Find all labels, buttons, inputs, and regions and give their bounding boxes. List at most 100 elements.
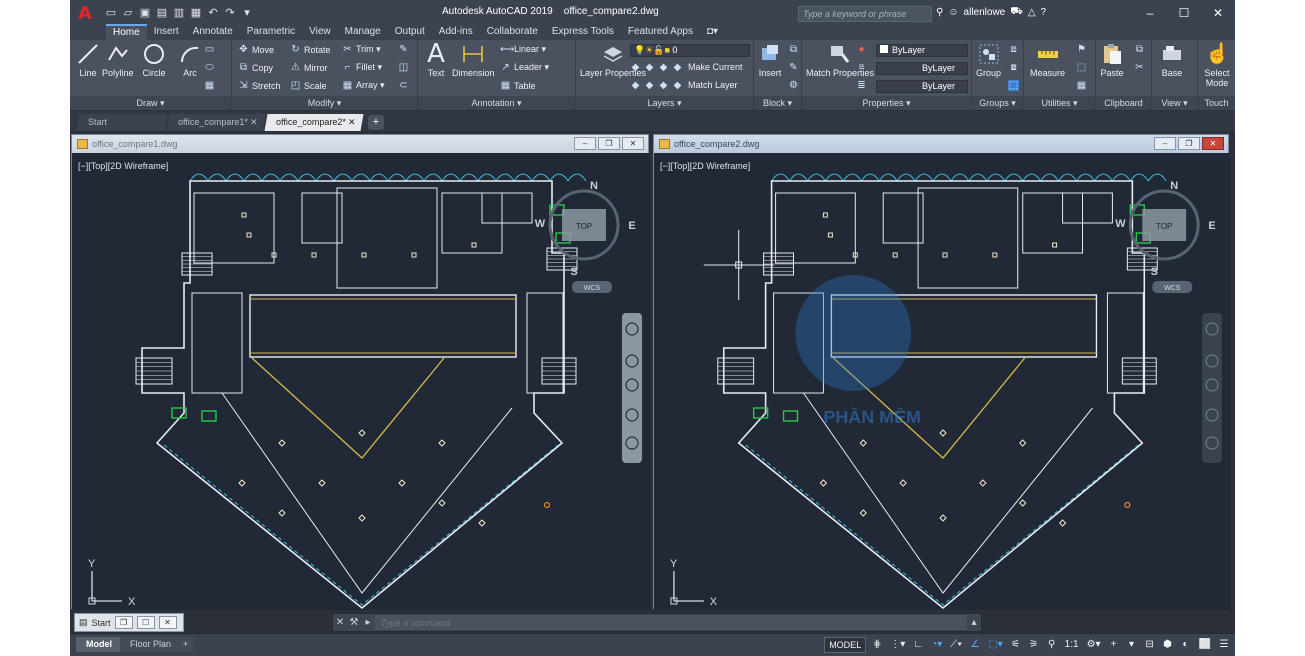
groups-panel-title[interactable]: Groups ▾ — [972, 96, 1023, 110]
layout-tab-model[interactable]: Model — [76, 637, 122, 652]
tab-close-icon[interactable]: ✕ — [348, 114, 356, 131]
drawing-restore-button[interactable]: ❐ — [598, 137, 620, 150]
clean-screen-icon[interactable]: ⬜ — [1197, 637, 1213, 653]
help-icon[interactable]: ? — [1041, 7, 1047, 18]
workspace-gear-icon[interactable]: ⚙▾ — [1085, 637, 1103, 653]
tab-close-icon[interactable]: ✕ — [250, 114, 258, 131]
match-layer-button[interactable]: Match Layer — [688, 80, 738, 90]
binoculars-icon[interactable]: ⚲ — [936, 7, 943, 18]
layer-thaw-icon[interactable]: ◆ — [644, 80, 655, 91]
polar-icon[interactable]: ◔▾ — [929, 637, 944, 653]
units-icon[interactable]: ▾ — [1125, 637, 1139, 653]
layer-on-icon[interactable]: ◆ — [672, 80, 683, 91]
close-button[interactable]: ✕ — [1201, 0, 1235, 26]
tab-express-tools[interactable]: Express Tools — [545, 24, 621, 40]
group-select-button[interactable]: ⬚ — [1008, 80, 1019, 91]
qat-dropdown-icon[interactable]: ▾ — [240, 6, 254, 20]
text-button[interactable]: A Text — [424, 41, 448, 78]
command-history-icon[interactable]: ▴ — [967, 617, 981, 628]
restore-icon[interactable]: ❐ — [114, 616, 133, 629]
rectangle-tool[interactable]: ▭ — [204, 44, 215, 55]
hardware-acceleration-icon[interactable]: ⬢ — [1161, 637, 1175, 653]
doc-tab-office-compare2[interactable]: office_compare2* ✕ — [264, 114, 364, 131]
tab-collaborate[interactable]: Collaborate — [480, 24, 545, 40]
copy-button[interactable]: ⧉ Copy — [238, 62, 273, 73]
color-wheel-icon[interactable]: ● — [856, 44, 867, 55]
lineweight-dropdown[interactable]: ByLayer — [876, 62, 968, 75]
layer-unlock-icon[interactable]: ◆ — [658, 80, 669, 91]
maximize-icon[interactable]: ☐ — [136, 616, 155, 629]
layers-panel-title[interactable]: Layers ▾ — [576, 96, 753, 110]
command-close-icon[interactable]: ✕ — [333, 617, 347, 628]
ellipse-tool[interactable]: ⬭ — [204, 62, 215, 73]
arc-button[interactable]: Arc — [178, 42, 202, 78]
base-button[interactable]: Base — [1160, 42, 1184, 78]
help-search-input[interactable]: Type a keyword or phrase — [798, 6, 932, 22]
minimize-button[interactable]: – — [1133, 0, 1167, 26]
drawing-close-button[interactable]: ✕ — [1202, 137, 1224, 150]
drawing-canvas[interactable]: TOP N S E W WCS Y X — [72, 153, 650, 610]
quick-properties-icon[interactable]: ⊟ — [1143, 637, 1157, 653]
close-icon[interactable]: ✕ — [158, 616, 177, 629]
erase-button[interactable]: ✎ — [398, 44, 409, 55]
block-attributes-button[interactable]: ⚙ — [788, 80, 799, 91]
calculator-button[interactable]: ▦ — [1076, 80, 1087, 91]
a360-icon[interactable]: △ — [1028, 7, 1036, 18]
doc-tab-office-compare1[interactable]: office_compare1* ✕ — [166, 114, 266, 131]
doc-tab-start[interactable]: Start — [76, 114, 168, 131]
measure-button[interactable]: Measure — [1030, 42, 1065, 78]
maximize-button[interactable]: ☐ — [1167, 0, 1201, 26]
block-panel-title[interactable]: Block ▾ — [754, 96, 801, 110]
offset-button[interactable]: ⊂ — [398, 80, 409, 91]
annotation-scale-icon[interactable]: ⚲ — [1045, 637, 1059, 653]
edit-block-button[interactable]: ✎ — [788, 62, 799, 73]
tab-featured-apps[interactable]: Featured Apps — [621, 24, 700, 40]
create-block-button[interactable]: ⧉ — [788, 44, 799, 55]
explode-button[interactable]: ◫ — [398, 62, 409, 73]
drawing-restore-button[interactable]: ❐ — [1178, 137, 1200, 150]
ungroup-button[interactable]: ⧈ — [1008, 44, 1019, 55]
grid-icon[interactable]: ⋕ — [870, 637, 884, 653]
polyline-button[interactable]: Polyline — [102, 42, 134, 78]
group-button[interactable]: Group — [976, 42, 1001, 78]
ortho-icon[interactable]: ∟ — [911, 637, 925, 653]
view-panel-title[interactable]: View ▾ — [1152, 96, 1197, 110]
color-dropdown[interactable]: ByLayer — [876, 44, 968, 57]
touch-panel-title[interactable]: Touch — [1198, 96, 1235, 110]
rotate-button[interactable]: ↻ Rotate — [290, 44, 330, 55]
tab-view[interactable]: View — [302, 24, 338, 40]
tab-manage[interactable]: Manage — [338, 24, 388, 40]
viewport-controls-label[interactable]: [−][Top][2D Wireframe] — [660, 161, 750, 171]
isolate-objects-icon[interactable]: ◐ — [1179, 637, 1193, 653]
command-customize-icon[interactable]: ⚒ — [347, 617, 361, 628]
move-button[interactable]: ✥ Move — [238, 44, 274, 55]
new-tab-button[interactable]: + — [368, 115, 384, 130]
circle-button[interactable]: Circle — [142, 42, 166, 78]
quick-select-button[interactable]: ⚑ — [1076, 44, 1087, 55]
drawing-minimize-button[interactable]: – — [574, 137, 596, 150]
select-mode-button[interactable]: ☝ Select Mode — [1200, 42, 1234, 88]
cut-button[interactable]: ✂ — [1134, 62, 1145, 73]
linetype-dropdown[interactable]: ByLayer — [876, 80, 968, 93]
insert-button[interactable]: Insert — [758, 42, 782, 78]
minimized-window-start[interactable]: ▤ Start ❐ ☐ ✕ — [74, 613, 184, 632]
modify-panel-title[interactable]: Modify ▾ — [232, 96, 417, 110]
annotation-visibility-icon[interactable]: ⚟ — [1009, 637, 1023, 653]
layer-lock-icon[interactable]: ◆ — [672, 62, 683, 73]
annotation-panel-title[interactable]: Annotation ▾ — [418, 96, 575, 110]
tab-parametric[interactable]: Parametric — [240, 24, 302, 40]
app-menu-button[interactable]: A — [70, 0, 100, 26]
draw-panel-title[interactable]: Draw ▾ — [70, 96, 231, 110]
object-snap-tracking-icon[interactable]: ∠ — [968, 637, 982, 653]
utilities-panel-title[interactable]: Utilities ▾ — [1024, 96, 1095, 110]
dimension-button[interactable]: Dimension — [452, 42, 495, 78]
paste-button[interactable]: Paste — [1100, 42, 1124, 78]
line-button[interactable]: Line — [76, 42, 100, 78]
stretch-button[interactable]: ⇲ Stretch — [238, 80, 280, 91]
tab-output[interactable]: Output — [388, 24, 432, 40]
make-current-button[interactable]: Make Current — [688, 62, 743, 72]
fillet-button[interactable]: ⌐ Fillet ▾ — [342, 62, 382, 73]
command-input[interactable] — [375, 615, 967, 630]
group-edit-button[interactable]: ⧇ — [1008, 62, 1019, 73]
tab-home[interactable]: Home — [106, 24, 147, 40]
